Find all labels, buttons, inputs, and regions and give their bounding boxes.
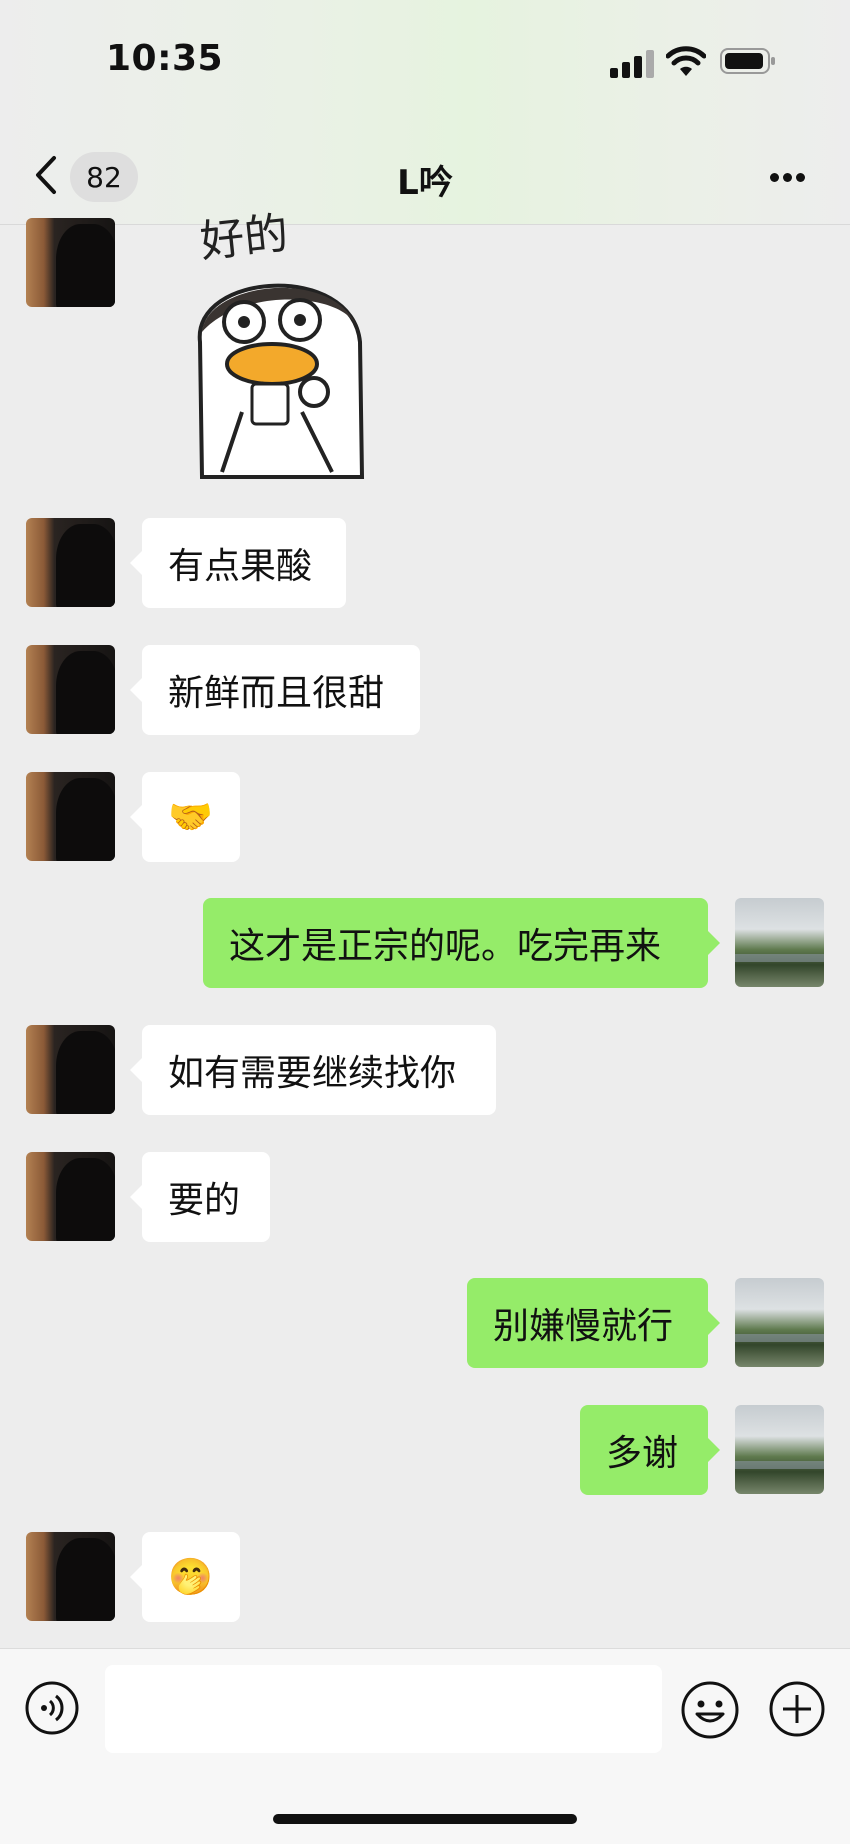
friend-avatar[interactable] — [26, 645, 115, 734]
friend-avatar[interactable] — [26, 1532, 115, 1621]
message-bubble-outgoing[interactable]: 别嫌慢就行 — [467, 1278, 720, 1368]
message-text: 如有需要继续找你 — [168, 1053, 457, 1094]
sticker-text: 好的 — [198, 212, 291, 268]
message-bubble-outgoing[interactable]: 多谢 — [580, 1405, 720, 1495]
message-bubble-incoming[interactable]: 🤭 — [130, 1532, 240, 1622]
handshake-emoji: 🤝 — [168, 797, 213, 838]
more-options-icon[interactable] — [762, 165, 812, 189]
cellular-signal-icon — [610, 48, 656, 78]
battery-icon — [720, 48, 775, 74]
friend-avatar[interactable] — [26, 218, 115, 307]
friend-avatar[interactable] — [26, 1152, 115, 1241]
face-with-hand-emoji: 🤭 — [168, 1557, 213, 1598]
message-bubble-incoming[interactable]: 要的 — [130, 1152, 270, 1242]
unread-count-badge[interactable]: 82 — [70, 152, 138, 202]
chat-title[interactable]: L吟 — [325, 155, 525, 204]
status-time: 10:35 — [106, 38, 224, 79]
plus-icon[interactable] — [768, 1680, 826, 1738]
my-avatar[interactable] — [735, 1405, 824, 1494]
duck-sticker[interactable]: 好的 — [182, 212, 372, 482]
friend-avatar[interactable] — [26, 772, 115, 861]
my-avatar[interactable] — [735, 1278, 824, 1367]
message-bubble-incoming[interactable]: 新鲜而且很甜 — [130, 645, 420, 735]
message-text: 有点果酸 — [168, 546, 313, 587]
voice-input-icon[interactable] — [24, 1680, 80, 1736]
message-text: 新鲜而且很甜 — [168, 673, 385, 714]
my-avatar[interactable] — [735, 898, 824, 987]
message-input[interactable] — [105, 1665, 662, 1753]
friend-avatar[interactable] — [26, 1025, 115, 1114]
message-bubble-incoming[interactable]: 如有需要继续找你 — [130, 1025, 496, 1115]
message-text: 多谢 — [606, 1433, 679, 1474]
emoji-icon[interactable] — [680, 1680, 740, 1740]
message-text: 别嫌慢就行 — [493, 1306, 674, 1347]
friend-avatar[interactable] — [26, 518, 115, 607]
message-bubble-incoming[interactable]: 有点果酸 — [130, 518, 346, 608]
message-text: 要的 — [168, 1180, 241, 1221]
message-text: 这才是正宗的呢。吃完再来 — [229, 926, 662, 967]
back-arrow-icon[interactable] — [26, 150, 66, 200]
wifi-icon — [666, 46, 706, 76]
message-bubble-outgoing[interactable]: 这才是正宗的呢。吃完再来 — [203, 898, 720, 988]
message-bubble-incoming[interactable]: 🤝 — [130, 772, 240, 862]
home-indicator[interactable] — [273, 1814, 577, 1824]
